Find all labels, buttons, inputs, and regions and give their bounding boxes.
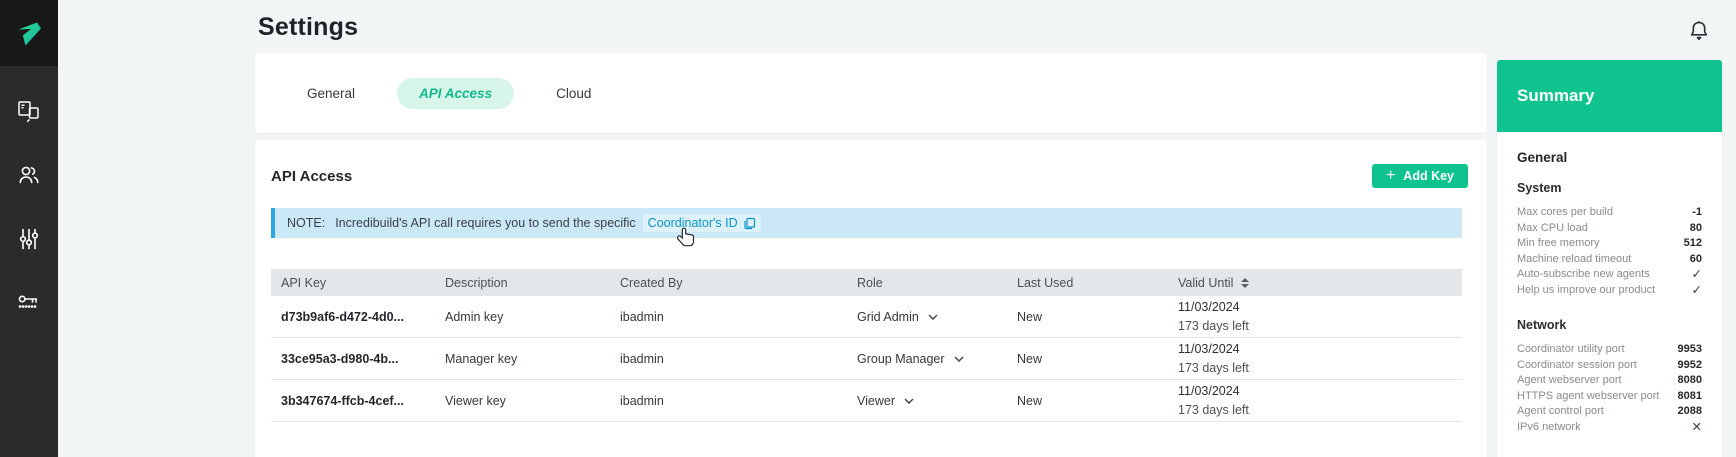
summary-row: Coordinator session port 9952: [1517, 358, 1702, 374]
col-api-key: API Key: [271, 276, 445, 290]
summary-row: Machine reload timeout 60: [1517, 252, 1702, 268]
settings-tabs: General API Access Cloud: [255, 53, 1487, 133]
api-access-header: API Access + Add Key: [271, 140, 1471, 190]
summary-row: Max CPU load 80: [1517, 221, 1702, 237]
chevron-down-icon: [928, 314, 938, 320]
role-dropdown[interactable]: Grid Admin: [857, 310, 1017, 324]
chevron-down-icon: [954, 356, 964, 362]
settings-page: Settings General API Access Cloud API Ac…: [0, 0, 1736, 457]
check-icon: ✓: [1692, 267, 1702, 283]
cell-valid-until: 11/03/2024 173 days left: [1178, 382, 1462, 420]
col-created-by: Created By: [620, 276, 857, 290]
summary-row: Coordinator utility port 9953: [1517, 342, 1702, 358]
summary-row: Min free memory 512: [1517, 236, 1702, 252]
summary-general-heading: General: [1517, 150, 1702, 165]
api-access-card: API Access + Add Key NOTE: Incredibuild'…: [255, 140, 1487, 457]
bell-icon: [1686, 18, 1712, 46]
role-dropdown[interactable]: Group Manager: [857, 352, 1017, 366]
col-valid-until[interactable]: Valid Until: [1178, 276, 1462, 290]
summary-row: Auto-subscribe new agents ✓: [1517, 267, 1702, 283]
plus-icon: +: [1386, 168, 1395, 184]
summary-row: Help us improve our product ✓: [1517, 283, 1702, 299]
summary-network-heading: Network: [1517, 318, 1702, 332]
api-access-title: API Access: [271, 168, 352, 185]
check-icon: ✓: [1692, 283, 1702, 299]
note-label: NOTE:: [287, 216, 325, 230]
sliders-icon: [16, 226, 42, 252]
cell-api-key: 33ce95a3-d980-4b...: [271, 352, 445, 366]
add-key-label: Add Key: [1403, 169, 1454, 183]
table-row[interactable]: 33ce95a3-d980-4b... Manager key ibadmin …: [271, 338, 1462, 380]
incredibuild-logo[interactable]: [0, 0, 58, 66]
copy-icon[interactable]: [743, 217, 756, 230]
summary-row: Max cores per build -1: [1517, 205, 1702, 221]
cell-description: Admin key: [445, 310, 620, 324]
add-key-button[interactable]: + Add Key: [1372, 164, 1468, 188]
notifications-button[interactable]: [1686, 18, 1712, 46]
sidebar: [0, 0, 58, 457]
cell-api-key: 3b347674-ffcb-4cef...: [271, 394, 445, 408]
sidebar-item-settings[interactable]: [0, 207, 58, 271]
cell-created-by: ibadmin: [620, 394, 857, 408]
summary-title: Summary: [1517, 86, 1594, 106]
tab-cloud[interactable]: Cloud: [556, 86, 591, 101]
summary-header: Summary: [1497, 60, 1722, 132]
summary-row: IPv6 network ✕: [1517, 420, 1702, 436]
sidebar-item-users[interactable]: [0, 143, 58, 207]
col-last-used: Last Used: [1017, 276, 1178, 290]
summary-panel: Summary General System Max cores per bui…: [1497, 60, 1722, 457]
sidebar-nav: [0, 66, 58, 335]
cell-description: Viewer key: [445, 394, 620, 408]
cell-api-key: d73b9af6-d472-4d0...: [271, 310, 445, 324]
api-keys-table: API Key Description Created By Role Last…: [271, 269, 1462, 422]
cell-last-used: New: [1017, 352, 1178, 366]
cell-valid-until: 11/03/2024 173 days left: [1178, 340, 1462, 378]
cell-last-used: New: [1017, 310, 1178, 324]
users-icon: [16, 162, 42, 188]
col-role: Role: [857, 276, 1017, 290]
sidebar-item-api-keys[interactable]: [0, 271, 58, 335]
coordinators-id-link[interactable]: Coordinator's ID: [643, 214, 761, 232]
role-dropdown[interactable]: Viewer: [857, 394, 1017, 408]
page-title: Settings: [258, 13, 358, 42]
chevron-down-icon: [904, 398, 914, 404]
cell-created-by: ibadmin: [620, 352, 857, 366]
coordinators-id-label: Coordinator's ID: [648, 216, 738, 230]
cross-icon: ✕: [1692, 420, 1702, 436]
key-icon: [16, 290, 42, 316]
cell-created-by: ibadmin: [620, 310, 857, 324]
table-header: API Key Description Created By Role Last…: [271, 269, 1462, 296]
col-description: Description: [445, 276, 620, 290]
summary-row: HTTPS agent webserver port 8081: [1517, 389, 1702, 405]
agents-icon: [16, 98, 42, 124]
cell-last-used: New: [1017, 394, 1178, 408]
summary-system-heading: System: [1517, 181, 1702, 195]
sort-updown-icon[interactable]: [1241, 278, 1249, 288]
summary-body: General System Max cores per build -1 Ma…: [1497, 132, 1722, 435]
note-text: Incredibuild's API call requires you to …: [335, 216, 635, 230]
table-row[interactable]: d73b9af6-d472-4d0... Admin key ibadmin G…: [271, 296, 1462, 338]
cell-description: Manager key: [445, 352, 620, 366]
tab-api-access[interactable]: API Access: [397, 78, 514, 109]
cell-valid-until: 11/03/2024 173 days left: [1178, 298, 1462, 336]
note-banner: NOTE: Incredibuild's API call requires y…: [271, 208, 1462, 238]
tab-general[interactable]: General: [307, 86, 355, 101]
sidebar-item-agents[interactable]: [0, 79, 58, 143]
incredibuild-logo-icon: [14, 18, 44, 48]
summary-row: Agent control port 2088: [1517, 404, 1702, 420]
summary-row: Agent webserver port 8080: [1517, 373, 1702, 389]
table-row[interactable]: 3b347674-ffcb-4cef... Viewer key ibadmin…: [271, 380, 1462, 422]
